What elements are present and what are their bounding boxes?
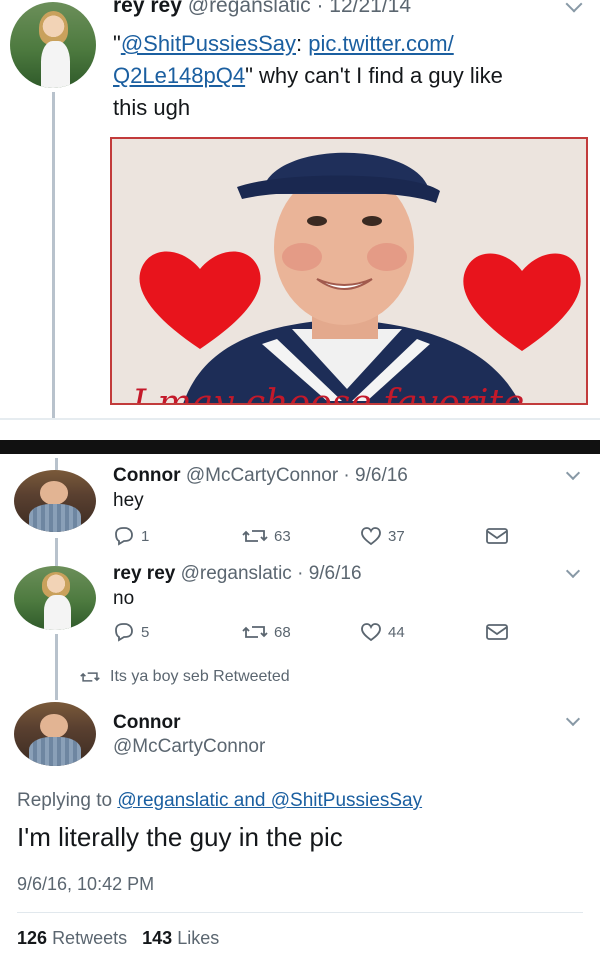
stats-divider: [17, 912, 583, 913]
retweet-icon: [80, 672, 100, 682]
chevron-down-icon[interactable]: [565, 465, 581, 481]
pic-link-continued[interactable]: Q2Le148pQ4: [113, 63, 245, 88]
reply-count: 1: [141, 527, 150, 545]
reply-button[interactable]: 1: [113, 526, 149, 546]
chevron-down-icon[interactable]: [565, 563, 581, 579]
avatar[interactable]: [14, 470, 96, 532]
retweet-icon: [242, 530, 268, 542]
tweet-date[interactable]: 9/6/16: [355, 465, 408, 486]
replying-to: Replying to @reganslatic and @ShitPussie…: [17, 790, 422, 812]
author-name[interactable]: Connor: [113, 712, 181, 734]
tweet-stats: 126 Retweets 143 Likes: [17, 928, 219, 949]
like-button[interactable]: 44: [360, 622, 405, 642]
like-button[interactable]: 37: [360, 526, 405, 546]
like-count: 37: [388, 527, 405, 545]
tweet-text: no: [113, 588, 135, 609]
retweeted-by-label: Its ya boy seb Retweeted: [110, 668, 290, 685]
heart-icon: [361, 527, 381, 546]
replying-to-prefix: Replying to: [17, 790, 113, 811]
dm-button[interactable]: [485, 526, 509, 546]
envelope-icon: [486, 528, 508, 544]
photo-graphic: I may choose favorite: [112, 139, 586, 405]
retweet-total: 126: [17, 928, 48, 948]
reply-icon: [115, 527, 133, 546]
reply-count: 5: [141, 623, 150, 641]
black-separator: [0, 440, 600, 454]
avatar[interactable]: [14, 566, 96, 630]
heart-icon: [361, 623, 381, 642]
like-count: 44: [388, 623, 405, 641]
svg-text:I may choose favorite: I may choose favorite: [131, 383, 524, 405]
tweet-photo[interactable]: I may choose favorite: [110, 137, 588, 405]
thread-line: [55, 538, 58, 566]
avatar[interactable]: [10, 2, 96, 88]
thread-line: [55, 458, 58, 470]
replying-to-links[interactable]: @reganslatic and @ShitPussiesSay: [117, 790, 422, 811]
retweet-count: 63: [274, 527, 291, 545]
retweet-button[interactable]: 63: [242, 526, 291, 546]
tweet-date[interactable]: 9/6/16: [309, 563, 362, 584]
author-handle[interactable]: @McCartyConnor: [113, 736, 265, 758]
tweet-header: Connor @McCartyConnor · 9/6/16: [113, 465, 408, 486]
reply-button[interactable]: 5: [113, 622, 149, 642]
likes-stat[interactable]: 143 Likes: [142, 928, 219, 948]
mention-link[interactable]: @ShitPussiesSay: [121, 31, 296, 56]
reply-icon: [115, 623, 133, 642]
author-name[interactable]: Connor: [113, 465, 181, 486]
tweet-date[interactable]: 12/21/14: [329, 0, 411, 17]
retweets-label: Retweets: [52, 928, 128, 948]
tweet-text: I'm literally the guy in the pic: [17, 822, 343, 852]
thread-line: [52, 92, 55, 418]
author-handle[interactable]: @McCartyConnor: [186, 465, 338, 486]
tweet-header: rey rey @reganslatic · 9/6/16: [113, 563, 362, 584]
retweets-stat[interactable]: 126 Retweets: [17, 928, 127, 948]
likes-label: Likes: [177, 928, 220, 948]
avatar[interactable]: [14, 702, 96, 766]
retweet-count: 68: [274, 623, 291, 641]
pic-link[interactable]: pic.twitter.com/: [308, 31, 453, 56]
author-handle[interactable]: @reganslatic: [188, 0, 311, 17]
tweet-text: hey: [113, 490, 144, 511]
envelope-icon: [486, 624, 508, 640]
chevron-down-icon[interactable]: [565, 0, 583, 13]
like-total: 143: [142, 928, 173, 948]
author-name[interactable]: rey rey: [113, 0, 182, 17]
section-divider: [0, 418, 600, 420]
retweet-button[interactable]: 68: [242, 622, 291, 642]
tweet-text: "@ShitPussiesSay: pic.twitter.com/ Q2Le1…: [113, 31, 503, 120]
thread-line: [55, 634, 58, 700]
retweet-icon: [242, 626, 268, 638]
chevron-down-icon[interactable]: [565, 711, 581, 727]
tweet-timestamp[interactable]: 9/6/16, 10:42 PM: [17, 874, 154, 895]
author-name[interactable]: rey rey: [113, 563, 175, 584]
dm-button[interactable]: [485, 622, 509, 642]
tweet-header: rey rey @reganslatic · 12/21/14: [113, 0, 411, 18]
author-handle[interactable]: @reganslatic: [181, 563, 292, 584]
retweeted-by[interactable]: Its ya boy seb Retweeted: [80, 668, 290, 686]
